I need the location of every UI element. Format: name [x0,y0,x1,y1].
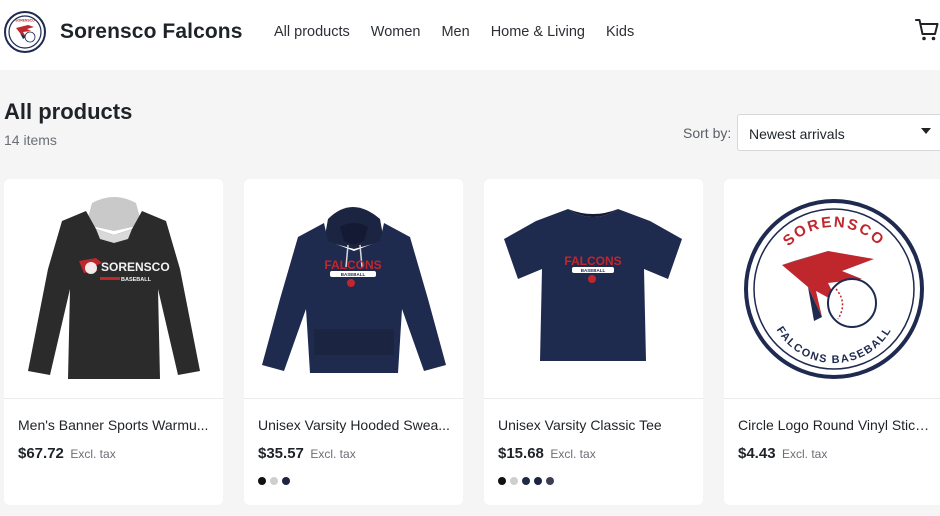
cart-icon [915,19,939,41]
shirt-print-text: SORENSCO [101,260,170,274]
nav-home-living[interactable]: Home & Living [491,24,585,40]
color-swatch[interactable] [534,477,542,485]
nav-women[interactable]: Women [371,24,421,40]
sort-value: Newest arrivals [749,126,845,142]
sort-dropdown[interactable]: Newest arrivals [737,114,940,151]
tax-note: Excl. tax [70,447,116,461]
product-card[interactable]: FALCONS BASEBALL Unisex Varsity Classic … [484,179,703,505]
nav-all-products[interactable]: All products [274,24,350,40]
price-row: $67.72 Excl. tax [18,445,116,463]
product-price: $4.43 [738,445,776,462]
hooded-sweatshirt-image: FALCONS BASEBALL [262,207,446,373]
tee-print-subtext: BASEBALL [581,268,606,273]
page-title: All products [4,99,133,124]
shirt-print-subtext: BASEBALL [121,277,152,283]
brand-logo[interactable]: SORENSCO [4,11,46,53]
product-name[interactable]: Unisex Varsity Classic Tee [498,417,693,433]
color-swatches [258,477,290,485]
nav-men[interactable]: Men [441,24,469,40]
card-divider [4,398,223,399]
item-count: 14 items [4,132,57,148]
nav-kids[interactable]: Kids [606,24,634,40]
warmup-shirt-image: SORENSCO BASEBALL [28,197,200,379]
tax-note: Excl. tax [310,447,356,461]
product-price: $67.72 [18,445,64,462]
product-image[interactable]: FALCONS BASEBALL [484,179,703,397]
product-image[interactable]: FALCONS BASEBALL [244,179,463,397]
color-swatch[interactable] [282,477,290,485]
card-divider [484,398,703,399]
product-card[interactable]: FALCONS BASEBALL Unisex Varsity Hooded S… [244,179,463,505]
price-row: $4.43 Excl. tax [738,445,827,463]
color-swatch[interactable] [270,477,278,485]
color-swatch[interactable] [522,477,530,485]
card-divider [724,398,940,399]
sweatshirt-print-text: FALCONS [324,258,381,272]
classic-tee-image: FALCONS BASEBALL [504,209,682,361]
product-card[interactable]: SORENSCO BASEBALL Men's Banner Sports Wa… [4,179,223,505]
logo-text: SORENSCO [15,19,35,23]
chevron-down-icon [921,128,931,134]
tee-print-text: FALCONS [564,254,621,268]
product-name[interactable]: Circle Logo Round Vinyl Stick... [738,417,933,433]
brand-name[interactable]: Sorensco Falcons [60,20,243,44]
site-header: SORENSCO Sorensco Falcons All products W… [0,0,940,70]
product-price: $15.68 [498,445,544,462]
sort-label: Sort by: [683,125,732,141]
vinyl-sticker-image: SORENSCO FALCONS BASEBALL [744,199,924,379]
product-image[interactable]: SORENSCO BASEBALL [4,179,223,397]
price-row: $15.68 Excl. tax [498,445,596,463]
product-card[interactable]: SORENSCO FALCONS BASEBALL Circle Logo Ro… [724,179,940,505]
color-swatch[interactable] [546,477,554,485]
product-name[interactable]: Men's Banner Sports Warmu... [18,417,213,433]
cart-button[interactable] [914,17,940,43]
product-price: $35.57 [258,445,304,462]
tax-note: Excl. tax [782,447,828,461]
color-swatches [498,477,554,485]
color-swatch[interactable] [498,477,506,485]
main-nav: All products Women Men Home & Living Kid… [274,24,634,40]
tax-note: Excl. tax [550,447,596,461]
color-swatch[interactable] [510,477,518,485]
color-swatch[interactable] [258,477,266,485]
product-image[interactable]: SORENSCO FALCONS BASEBALL [724,179,940,397]
falcon-logo-icon: SORENSCO [8,15,42,49]
card-divider [244,398,463,399]
product-name[interactable]: Unisex Varsity Hooded Swea... [258,417,453,433]
price-row: $35.57 Excl. tax [258,445,356,463]
sweatshirt-print-subtext: BASEBALL [341,272,366,277]
